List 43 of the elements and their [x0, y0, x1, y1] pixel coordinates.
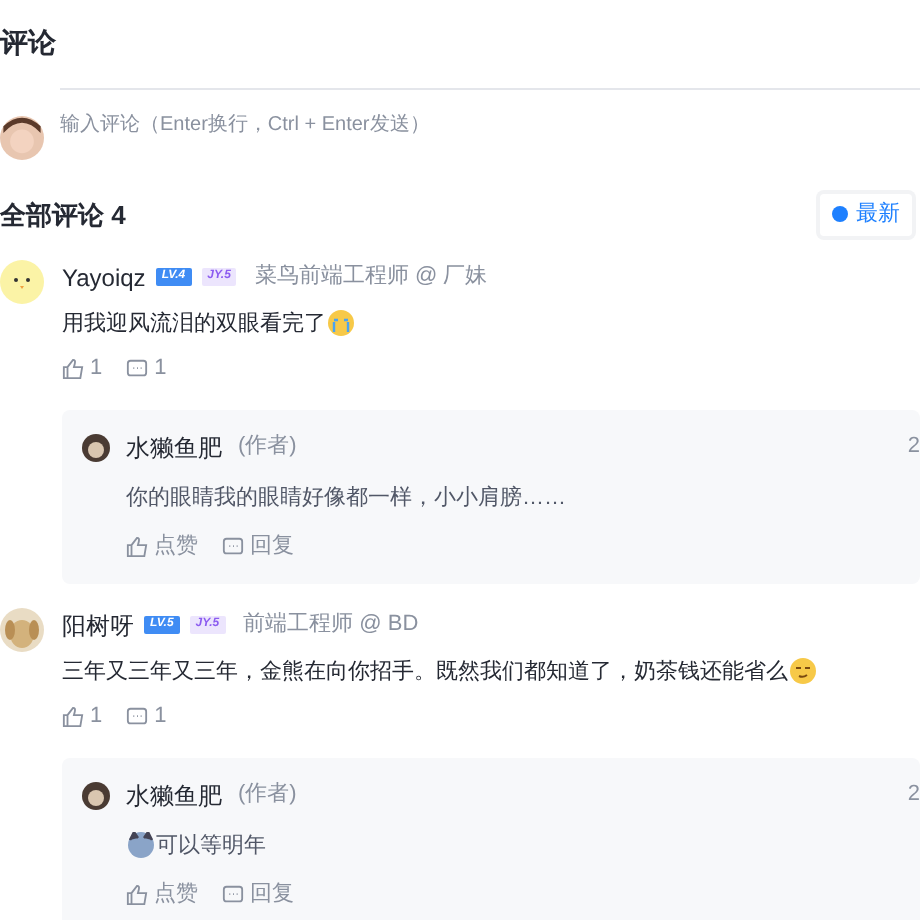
- thumbs-up-icon: [126, 535, 148, 558]
- sort-tab[interactable]: 最新: [820, 194, 912, 235]
- reply-time: 2: [907, 432, 920, 463]
- comment-icon: [222, 883, 244, 906]
- emoji-icon: [128, 832, 154, 859]
- avatar-icon: [82, 781, 110, 809]
- emoji-icon: [790, 658, 816, 685]
- reply-time: 2: [907, 780, 920, 811]
- section-title: 评论: [0, 26, 56, 58]
- reply-author[interactable]: 水獭鱼肥: [126, 777, 222, 813]
- like-button[interactable]: 1: [62, 700, 103, 733]
- reply-text: 可以等明年: [156, 831, 266, 861]
- avatar-icon: [82, 433, 110, 461]
- author-tag: (作者): [238, 430, 297, 464]
- avatar-icon: [0, 259, 44, 303]
- reply-text: 你的眼睛我的眼睛好像都一样，小小肩膀……: [126, 483, 566, 513]
- comment-text: 用我迎风流泪的双眼看完了: [62, 309, 326, 339]
- like-button[interactable]: 点赞: [126, 878, 198, 911]
- user-name[interactable]: Yayoiqz: [62, 259, 146, 295]
- thumbs-up-icon: [62, 705, 84, 728]
- reply-button[interactable]: 回复: [222, 878, 294, 911]
- like-button[interactable]: 1: [62, 352, 103, 385]
- placeholder-text: 输入评论（Enter换行，Ctrl + Enter发送）: [60, 114, 430, 136]
- reply-author[interactable]: 水獭鱼肥: [126, 429, 222, 465]
- user-title: 菜鸟前端工程师 @ 厂妹: [254, 262, 488, 293]
- comment-icon: [222, 535, 244, 558]
- avatar-icon: [0, 116, 44, 160]
- author-tag: (作者): [238, 778, 297, 812]
- user-title: 前端工程师 @ BD: [243, 610, 419, 641]
- reply-button[interactable]: 1: [126, 700, 167, 733]
- list-title: 全部评论 4: [0, 197, 126, 233]
- reply-button[interactable]: 回复: [222, 530, 294, 563]
- user-name[interactable]: 阳树呀: [62, 607, 134, 643]
- avatar-icon: [0, 607, 44, 651]
- comment-field[interactable]: 输入评论（Enter换行，Ctrl + Enter发送）: [60, 88, 920, 178]
- thumbs-up-icon: [126, 883, 148, 906]
- comment-text: 三年又三年又三年，金熊在向你招手。既然我们都知道了，奶茶钱还能省么: [62, 657, 788, 687]
- comment-icon: [126, 357, 149, 380]
- comment-icon: [126, 705, 149, 728]
- reply-button[interactable]: 1: [126, 352, 167, 385]
- emoji-icon: [328, 310, 354, 337]
- thumbs-up-icon: [62, 357, 84, 380]
- like-button[interactable]: 点赞: [126, 530, 198, 563]
